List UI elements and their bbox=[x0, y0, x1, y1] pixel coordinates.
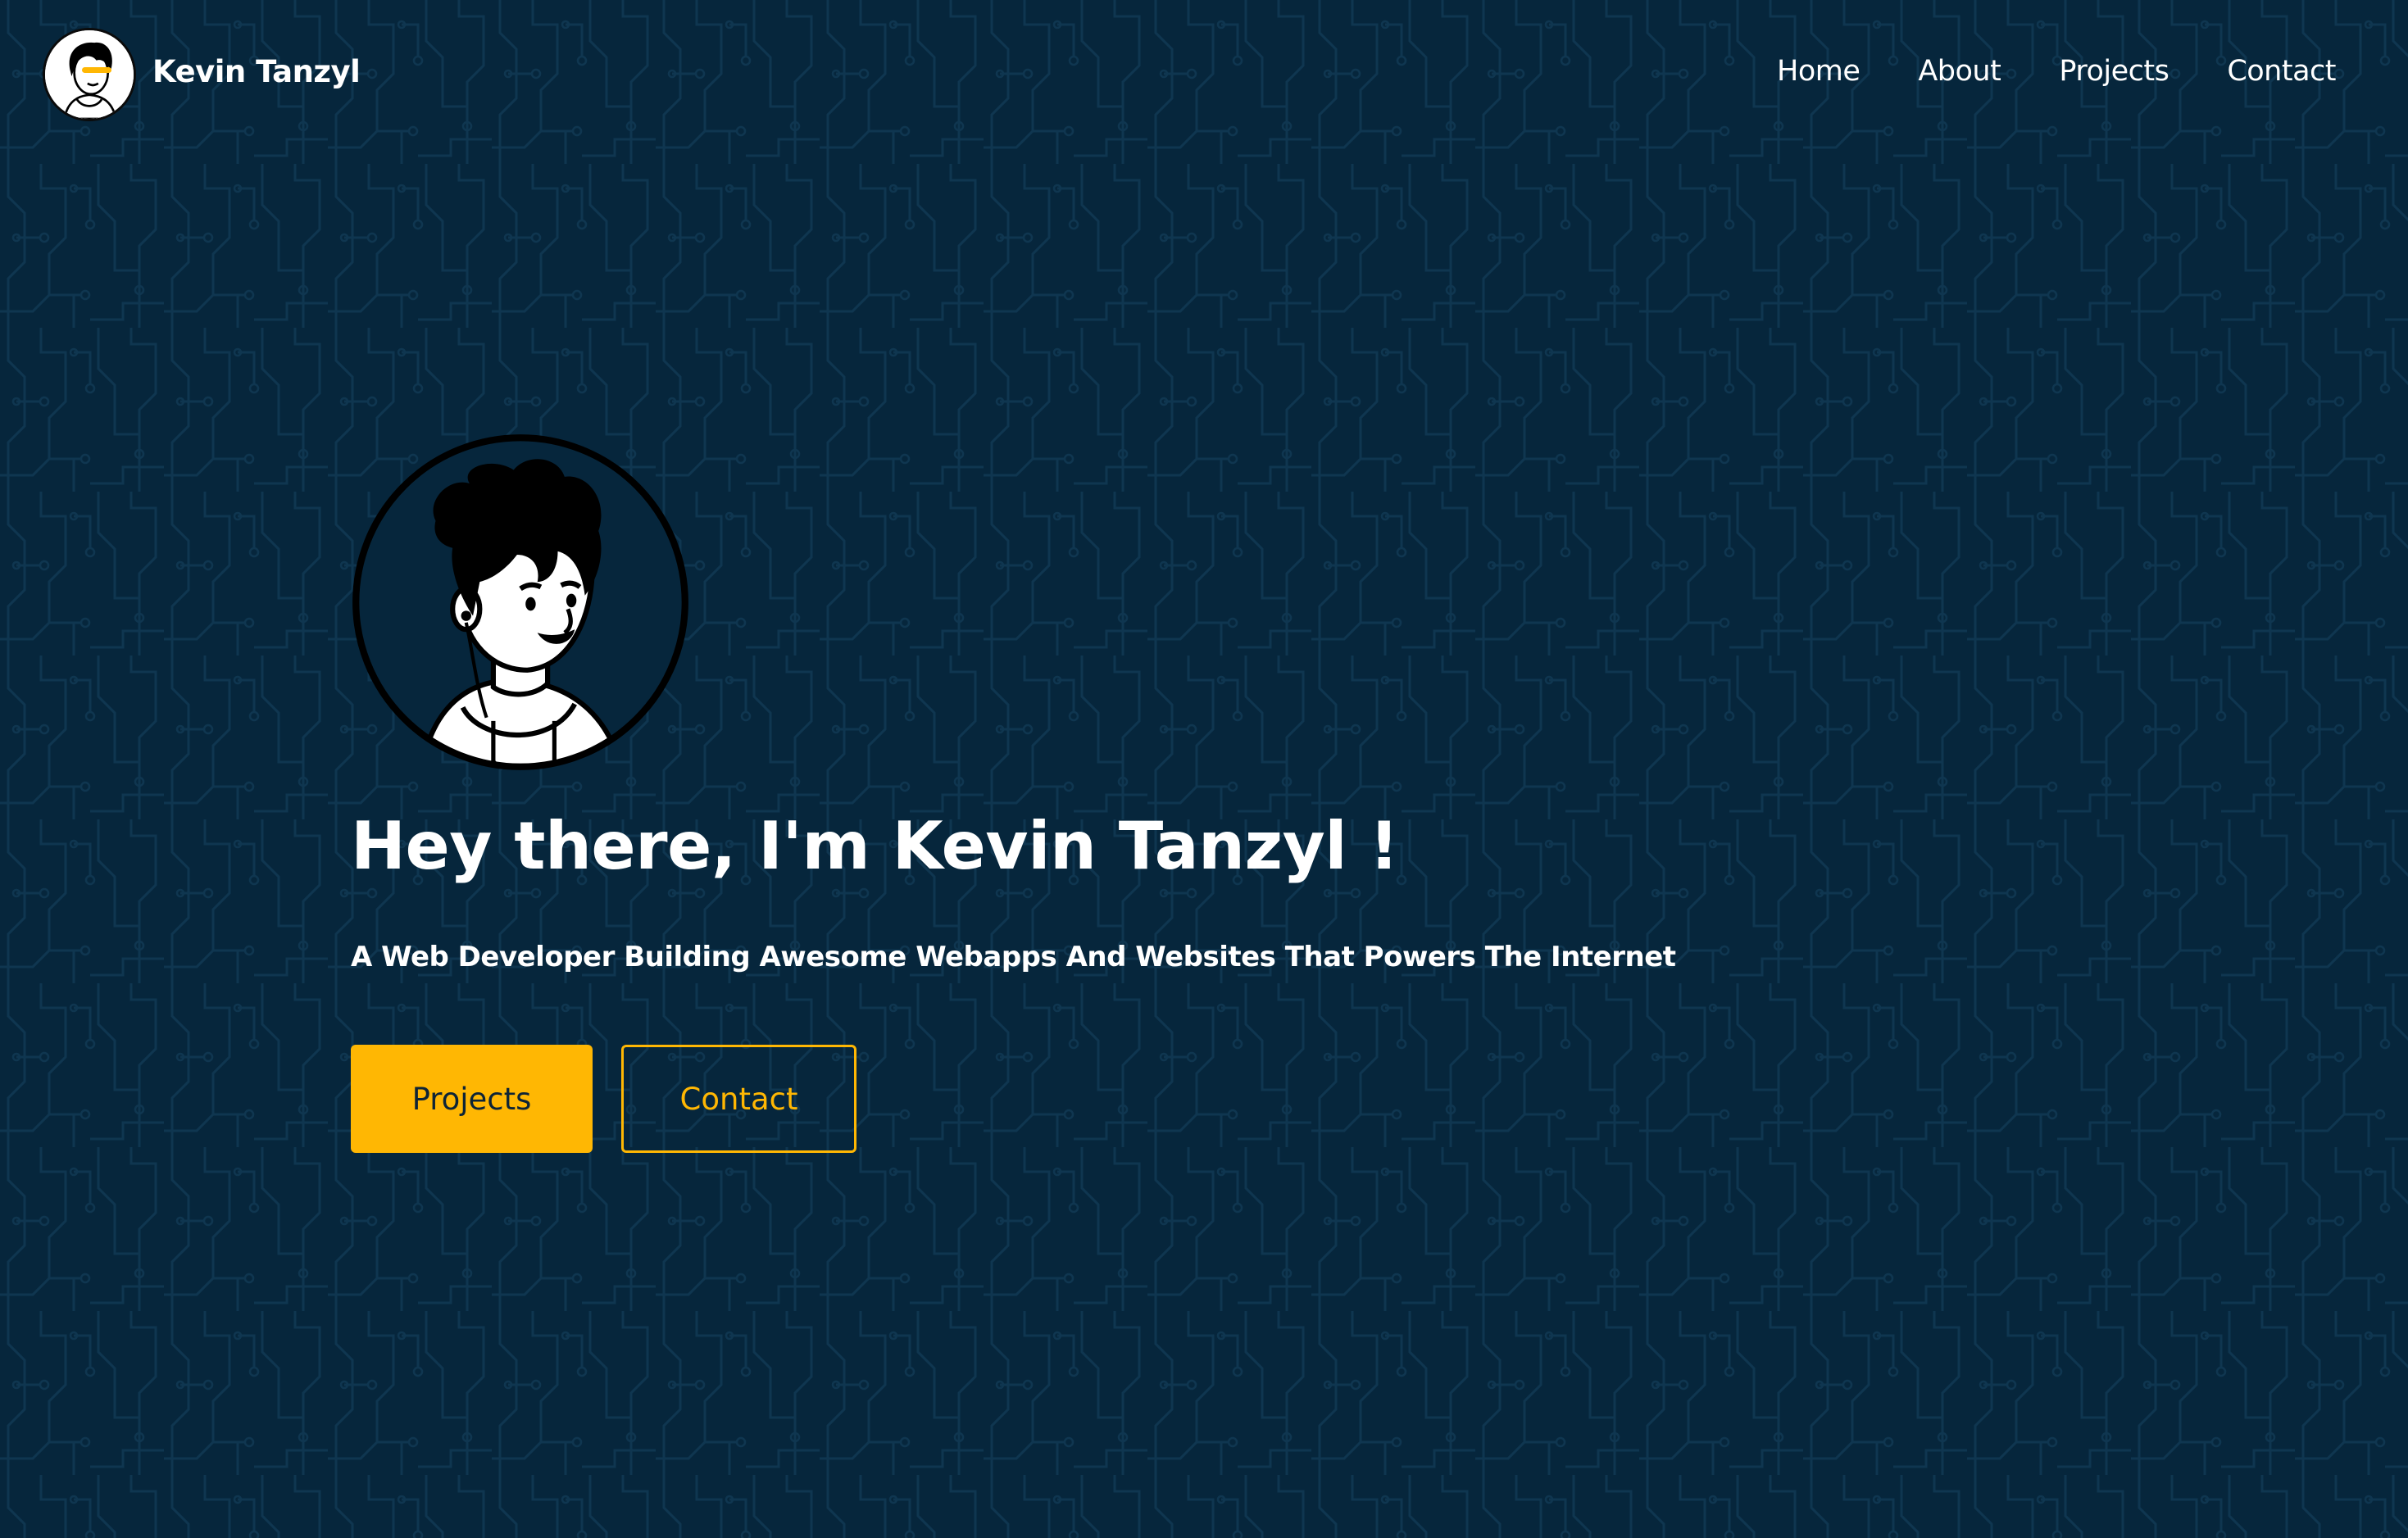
nav-link-home[interactable]: Home bbox=[1777, 57, 1861, 86]
nav-link-contact[interactable]: Contact bbox=[2227, 57, 2336, 86]
brand-link[interactable]: Kevin Tanzyl bbox=[43, 28, 361, 121]
navbar: Kevin Tanzyl Home About Projects Contact bbox=[0, 0, 2408, 156]
hero-subtitle: A Web Developer Building Awesome Webapps… bbox=[351, 941, 1676, 973]
projects-button[interactable]: Projects bbox=[351, 1045, 593, 1153]
nav-menu: Home About Projects Contact bbox=[1777, 57, 2336, 86]
brand-avatar-icon bbox=[43, 28, 136, 121]
hero-avatar-icon bbox=[352, 434, 688, 770]
brand-underline-accent bbox=[82, 67, 111, 73]
nav-link-about[interactable]: About bbox=[1918, 57, 2001, 86]
hero-title: Hey there, I'm Kevin Tanzyl ! bbox=[351, 808, 1399, 884]
hero-section: Hey there, I'm Kevin Tanzyl ! A Web Deve… bbox=[351, 433, 1676, 1153]
nav-link-projects[interactable]: Projects bbox=[2059, 57, 2169, 86]
brand-name: Kevin Tanzyl bbox=[152, 53, 361, 89]
contact-button[interactable]: Contact bbox=[621, 1045, 856, 1153]
